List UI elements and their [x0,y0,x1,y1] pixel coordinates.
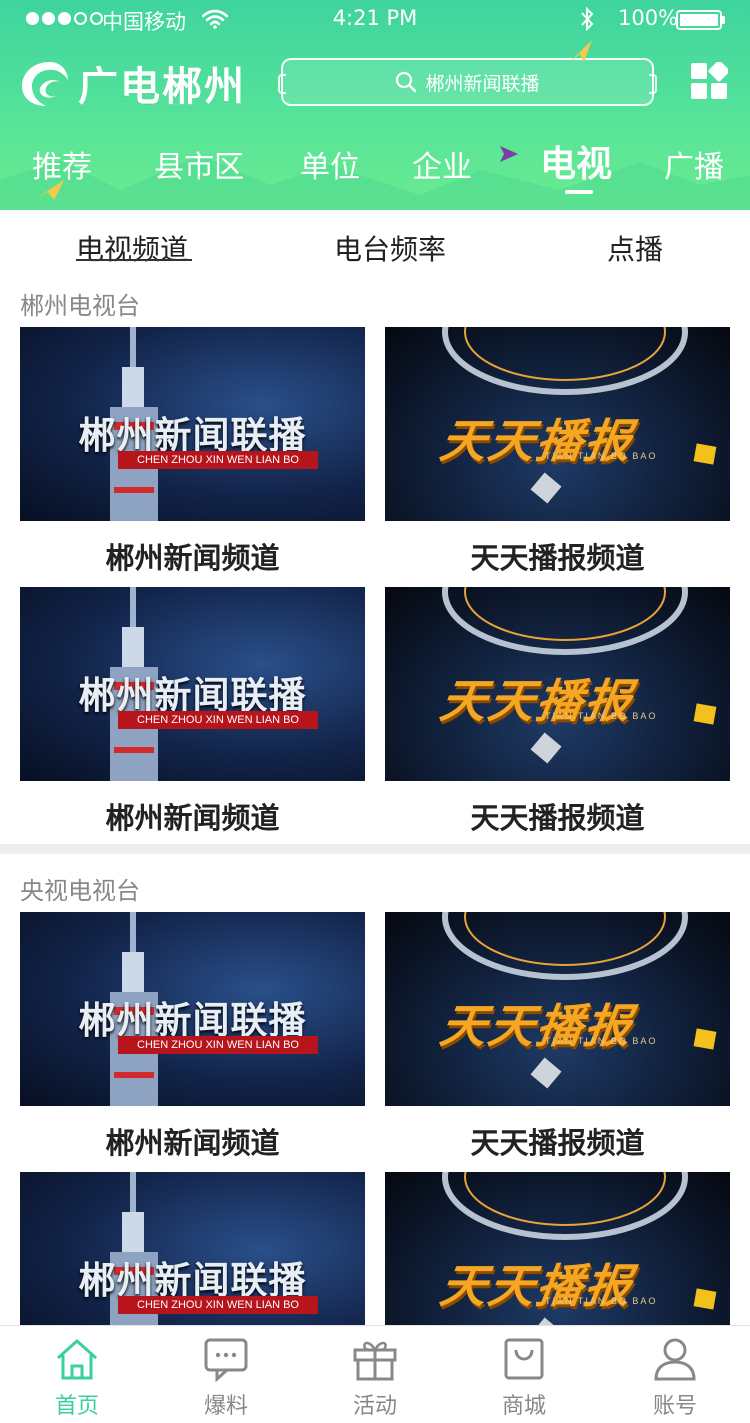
thumbnail-title: 天天播报 [436,1259,637,1313]
thumbnail-subtitle: CHEN ZHOU XIN WEN LIAN BO [118,1036,318,1054]
channel-thumbnail: 郴州新闻联播 CHEN ZHOU XIN WEN LIAN BO [20,912,365,1106]
thumbnail-subtitle: TIAN TIAN BO BAO [545,451,658,461]
nav-active-indicator [565,190,593,194]
chat-icon [204,1338,248,1382]
thumbnail-title: 天天播报 [436,999,637,1053]
paper-plane-decoration [500,146,518,162]
tab-report[interactable]: 爆料 [166,1336,286,1420]
sub-tab-on-demand[interactable]: 点播 [607,228,663,268]
channel-thumbnail: 郴州新闻联播 CHEN ZHOU XIN WEN LIAN BO [20,327,365,521]
app-header: 中国移动 4:21 PM 100% 广电郴州 郴州新闻联播 推荐 县市区 单位 … [0,0,750,210]
tab-label: 账号 [652,1394,697,1419]
sub-tab-tv-channels[interactable]: 电视频道 [76,228,188,268]
ring-graphic [442,912,688,980]
user-icon [654,1338,696,1381]
channel-card[interactable]: 天天播报 TIAN TIAN BO BAO 天天播报频道 [385,587,730,837]
paper-plane-decoration [570,40,592,62]
tab-account[interactable]: 账号 [615,1336,735,1420]
ring-graphic [442,1172,688,1240]
channel-title: 天天播报频道 [470,801,645,835]
app-logo[interactable]: 广电郴州 [20,58,250,110]
nav-tab-tv[interactable]: 电视 [540,143,612,187]
section-label: 央视电视台 [20,877,140,905]
channel-title: 郴州新闻频道 [105,541,280,575]
sub-tabs: 电视频道 电台频率 点播 [0,210,750,280]
cube-decoration [693,443,717,465]
thumbnail-subtitle: TIAN TIAN BO BAO [545,711,658,721]
channel-card[interactable]: 郴州新闻联播 CHEN ZHOU XIN WEN LIAN BO 郴州新闻频道 [20,912,365,1162]
status-bar: 中国移动 4:21 PM 100% [0,0,750,40]
thumbnail-subtitle: TIAN TIAN BO BAO [545,1036,658,1046]
nav-tab-radio[interactable]: 广播 [664,145,724,191]
cube-decoration [530,472,562,504]
ring-graphic [442,587,688,655]
channel-title: 天天播报频道 [470,541,645,575]
battery-icon [676,10,725,30]
sub-tab-radio-frequency[interactable]: 电台频率 [334,228,446,268]
cube-decoration [693,1288,717,1310]
apps-grid-icon[interactable] [690,62,728,100]
channel-title: 郴州新闻频道 [105,801,280,835]
section-divider [0,844,750,854]
cube-decoration [530,732,562,764]
bluetooth-icon [581,6,594,32]
tab-label: 活动 [352,1394,397,1419]
tab-events[interactable]: 活动 [315,1336,435,1420]
search-icon [396,71,417,93]
channel-card[interactable]: 天天播报 TIAN TIAN BO BAO 天天播报频道 [385,327,730,577]
channel-thumbnail: 天天播报 TIAN TIAN BO BAO [385,912,730,1106]
ring-graphic [442,327,688,395]
logo-text: 广电郴州 [78,64,246,110]
tab-label: 商城 [501,1394,546,1419]
thumbnail-subtitle: CHEN ZHOU XIN WEN LIAN BO [118,1296,318,1314]
channel-card[interactable]: 郴州新闻联播 CHEN ZHOU XIN WEN LIAN BO 郴州新闻频道 [20,587,365,837]
tab-label: 首页 [54,1394,99,1419]
nav-tab-county[interactable]: 县市区 [154,145,244,191]
cube-decoration [693,1028,717,1050]
cube-decoration [530,1057,562,1089]
search-bar[interactable]: 郴州新闻联播 [278,58,657,106]
thumbnail-subtitle: TIAN TIAN BO BAO [545,1296,658,1306]
thumbnail-title: 天天播报 [436,414,637,468]
channel-thumbnail: 郴州新闻联播 CHEN ZHOU XIN WEN LIAN BO [20,587,365,781]
thumbnail-title: 天天播报 [436,674,637,728]
channel-thumbnail: 天天播报 TIAN TIAN BO BAO [385,327,730,521]
bag-icon [504,1338,544,1380]
channel-title: 郴州新闻频道 [105,1126,280,1160]
sub-tab-active-indicator [76,259,192,261]
nav-tab-unit[interactable]: 单位 [300,145,360,191]
channel-nav: 推荐 县市区 单位 企业 电视 广播 [0,143,750,195]
channel-card[interactable]: 郴州新闻联播 CHEN ZHOU XIN WEN LIAN BO 郴州新闻频道 [20,327,365,577]
tab-shop[interactable]: 商城 [464,1336,584,1420]
tab-label: 爆料 [203,1394,248,1419]
channel-card[interactable]: 天天播报 TIAN TIAN BO BAO 天天播报频道 [385,912,730,1162]
wave-logo-icon [22,62,68,106]
paper-plane-decoration [34,180,64,200]
gift-icon [353,1341,397,1381]
home-icon [56,1339,98,1380]
battery-percent: 100% [618,6,679,30]
thumbnail-subtitle: CHEN ZHOU XIN WEN LIAN BO [118,711,318,729]
section-label: 郴州电视台 [20,292,140,320]
bottom-tab-bar: 首页 爆料 活动 商城 账号 [0,1325,750,1423]
cube-decoration [693,703,717,725]
channel-thumbnail: 天天播报 TIAN TIAN BO BAO [385,587,730,781]
nav-tab-enterprise[interactable]: 企业 [412,145,472,191]
tab-home[interactable]: 首页 [17,1336,137,1420]
search-placeholder: 郴州新闻联播 [425,72,540,95]
thumbnail-subtitle: CHEN ZHOU XIN WEN LIAN BO [118,451,318,469]
channel-title: 天天播报频道 [470,1126,645,1160]
